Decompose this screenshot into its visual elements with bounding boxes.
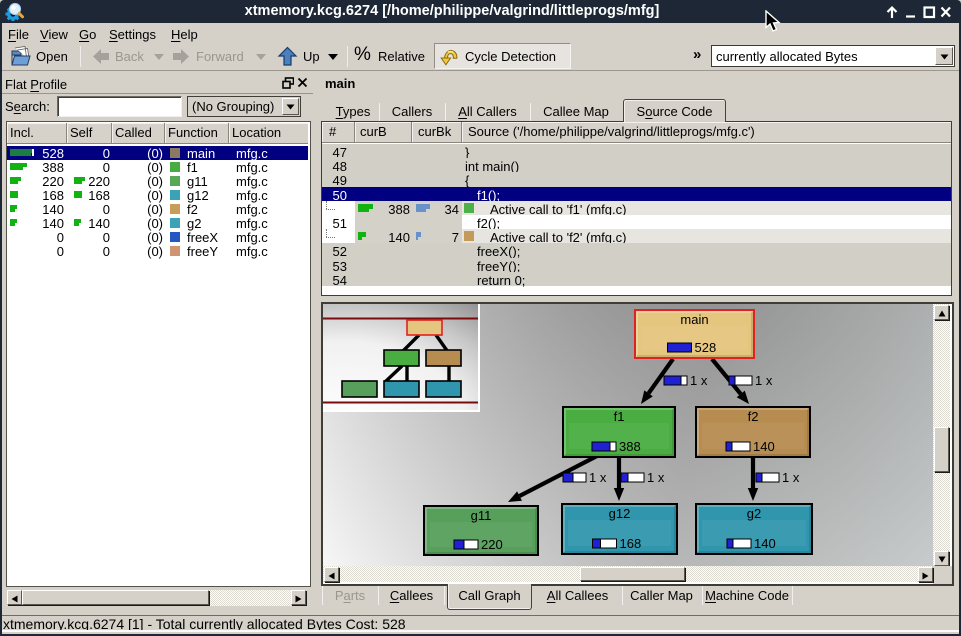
svg-text:168: 168 (620, 536, 642, 551)
svg-text:528: 528 (695, 340, 717, 355)
svg-text:220: 220 (481, 537, 503, 552)
svg-text:1 x: 1 x (647, 470, 665, 485)
svg-text:1 x: 1 x (589, 470, 607, 485)
svg-text:f2: f2 (748, 409, 759, 424)
svg-text:140: 140 (753, 439, 775, 454)
svg-text:140: 140 (754, 536, 776, 551)
svg-text:g11: g11 (471, 508, 492, 523)
svg-text:g12: g12 (609, 506, 631, 521)
svg-text:g2: g2 (747, 506, 761, 521)
svg-text:1 x: 1 x (755, 373, 773, 388)
svg-text:main: main (680, 312, 708, 327)
svg-text:388: 388 (619, 439, 641, 454)
svg-text:1 x: 1 x (782, 470, 800, 485)
svg-text:1 x: 1 x (690, 373, 708, 388)
svg-text:f1: f1 (614, 409, 625, 424)
